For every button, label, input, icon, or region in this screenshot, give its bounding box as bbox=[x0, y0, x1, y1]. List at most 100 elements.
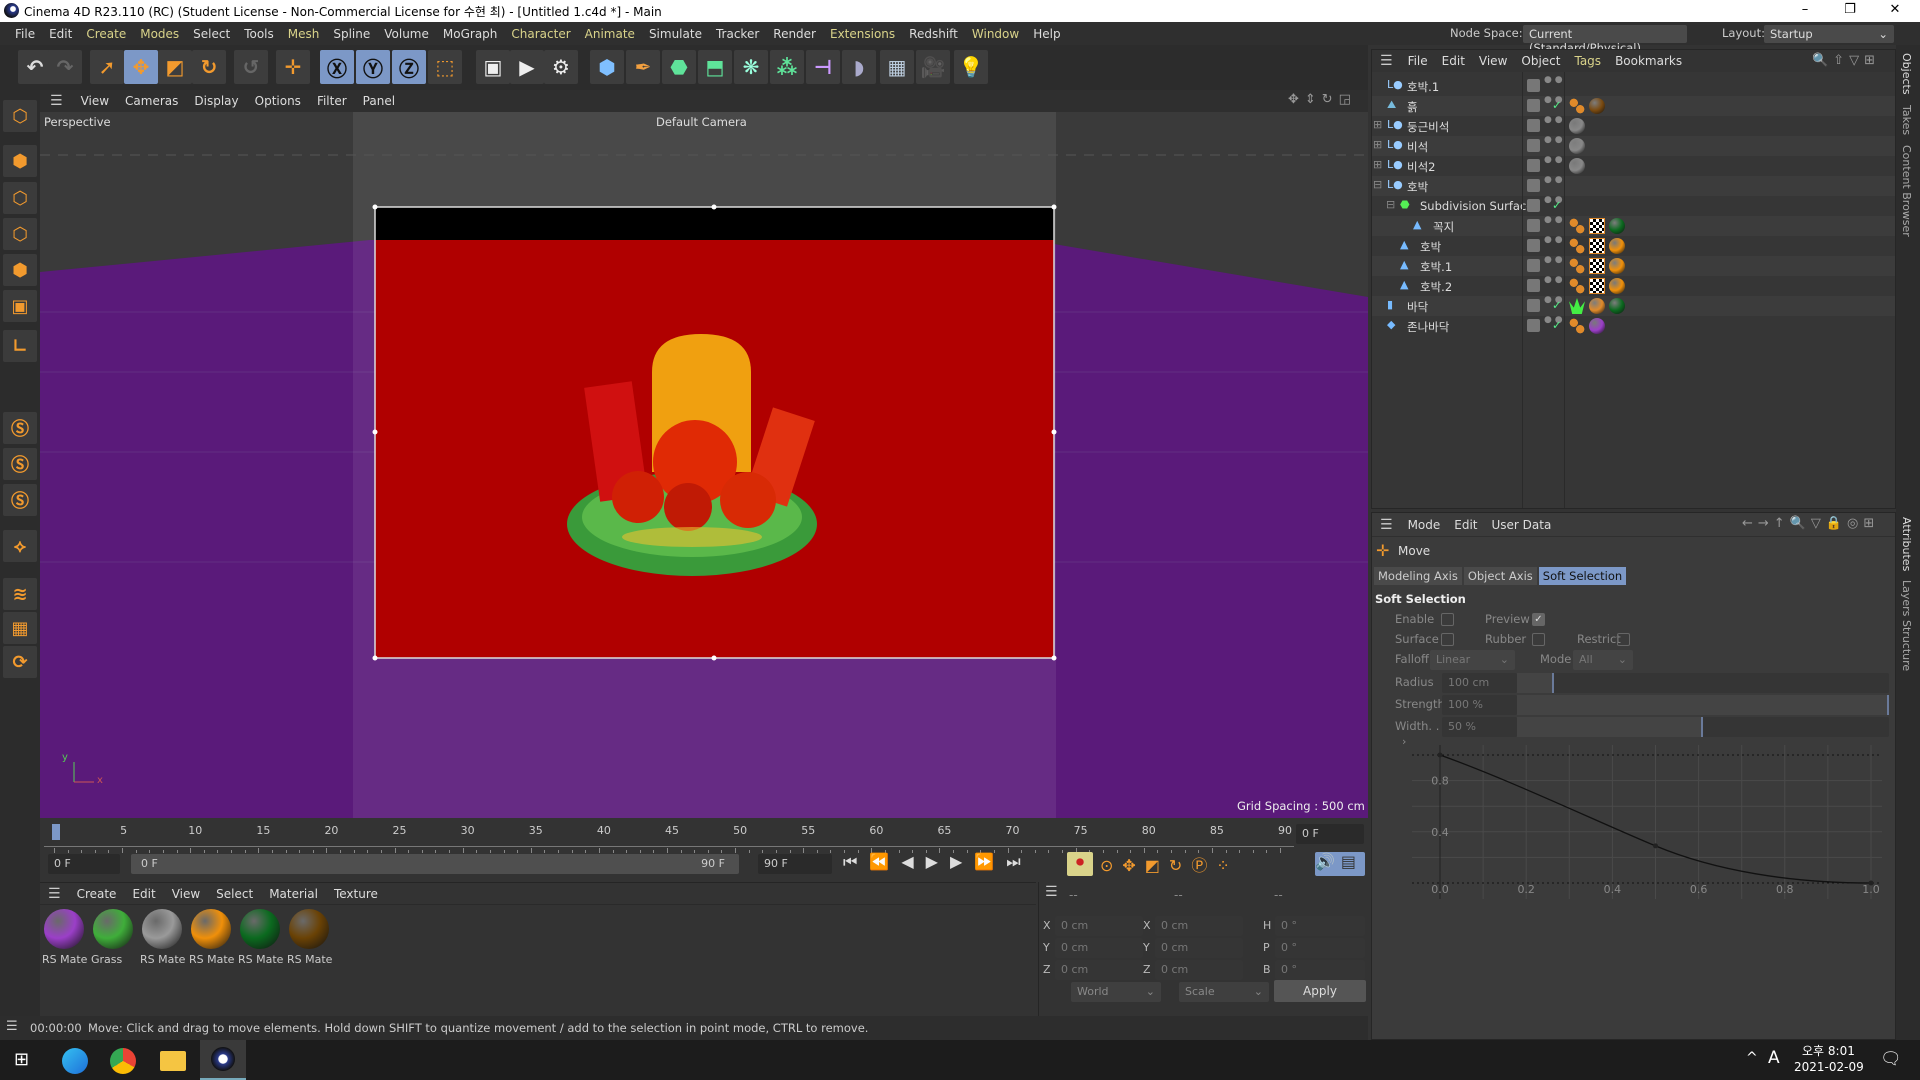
menu-create[interactable]: Create bbox=[79, 27, 133, 41]
edge-icon[interactable] bbox=[62, 1048, 88, 1074]
hamburger-icon[interactable]: ☰ bbox=[6, 1019, 18, 1034]
layer-edit-icon[interactable] bbox=[1527, 259, 1540, 272]
snap-s3-button[interactable]: Ⓢ bbox=[3, 484, 37, 516]
redo-button[interactable]: ↷ bbox=[48, 50, 82, 84]
phong-tag-icon[interactable] bbox=[1569, 278, 1585, 294]
axis-button[interactable]: ∟ bbox=[3, 330, 37, 362]
surface-checkbox[interactable] bbox=[1441, 633, 1454, 646]
node-space-dropdown[interactable]: Current (Standard/Physical) ⌄ bbox=[1523, 25, 1687, 55]
undo-button[interactable]: ↶ bbox=[18, 50, 52, 84]
chart-expand-icon[interactable]: › bbox=[1402, 735, 1406, 748]
keyframe-tools[interactable]: ⊙✥◩↻Ⓟ⁘ bbox=[1100, 852, 1290, 876]
scale-button[interactable]: ◩ bbox=[158, 50, 192, 84]
object-name[interactable]: 흙 bbox=[1407, 99, 1418, 115]
preview-checkbox[interactable]: ✓ bbox=[1532, 613, 1545, 626]
object-row[interactable]: L● 호박.1 ● ● bbox=[1372, 76, 1895, 96]
falloff-curve-chart[interactable]: ›0.0 0.2 0.4 0.6 0.8 1.00.80.4 bbox=[1382, 733, 1882, 913]
ime-indicator[interactable]: A bbox=[1768, 1048, 1780, 1068]
tab-soft-selection[interactable]: Soft Selection bbox=[1538, 567, 1627, 585]
material-menu-edit[interactable]: Edit bbox=[124, 887, 163, 901]
material-menu-view[interactable]: View bbox=[164, 887, 208, 901]
layer-edit-icon[interactable] bbox=[1527, 219, 1540, 232]
attributes-nav-icons[interactable]: ←→↑🔍▽🔒◎⊞ bbox=[1742, 516, 1879, 531]
phong-tag-icon[interactable] bbox=[1569, 258, 1585, 274]
extrude-button[interactable]: ⬒ bbox=[698, 50, 732, 84]
material-tag-icon[interactable] bbox=[1609, 298, 1625, 314]
menu-mesh[interactable]: Mesh bbox=[281, 27, 327, 41]
tab-object-axis[interactable]: Object Axis bbox=[1463, 567, 1537, 585]
phong-tag-icon[interactable] bbox=[1569, 238, 1585, 254]
enabled-check-icon[interactable]: ✓ bbox=[1552, 318, 1562, 332]
object-row[interactable]: ⊞ L● 비석2 ● ● bbox=[1372, 156, 1895, 176]
material-tag-icon[interactable] bbox=[1569, 158, 1585, 174]
subdivision-surface-button[interactable]: ⬣ bbox=[662, 50, 696, 84]
visibility-dots-icon[interactable]: ● ● bbox=[1544, 176, 1563, 185]
coord-a-field[interactable]: 0 cm bbox=[1055, 938, 1143, 958]
strength-field[interactable]: 100 % bbox=[1442, 695, 1517, 715]
expand-toggle-icon[interactable]: ⊟ bbox=[1373, 178, 1382, 191]
object-name[interactable]: 바닥 bbox=[1407, 299, 1428, 315]
sound-timeline-icons[interactable]: 🔊▤ bbox=[1315, 852, 1365, 876]
visibility-dots-icon[interactable]: ● ● bbox=[1544, 256, 1563, 265]
phong-tag-icon[interactable] bbox=[1569, 98, 1585, 114]
width-field[interactable]: 50 % bbox=[1442, 717, 1517, 737]
menu-file[interactable]: File bbox=[8, 27, 42, 41]
live-selection-button[interactable]: ➚ bbox=[90, 50, 124, 84]
uvw-tag-icon[interactable] bbox=[1589, 238, 1605, 254]
object-menu-bookmarks[interactable]: Bookmarks bbox=[1608, 54, 1689, 68]
layer-edit-icon[interactable] bbox=[1527, 119, 1540, 132]
file-explorer-icon[interactable] bbox=[160, 1051, 186, 1071]
visibility-dots-icon[interactable]: ● ● bbox=[1544, 216, 1563, 225]
deformer-button[interactable]: ⊣ bbox=[806, 50, 840, 84]
layer-edit-icon[interactable] bbox=[1527, 99, 1540, 112]
material-menu-material[interactable]: Material bbox=[261, 887, 326, 901]
object-menu-edit[interactable]: Edit bbox=[1435, 54, 1472, 68]
make-editable-button[interactable]: ⬡ bbox=[3, 100, 37, 132]
radius-field[interactable]: 100 cm bbox=[1442, 673, 1517, 693]
floor-button[interactable]: ▦ bbox=[880, 50, 914, 84]
material-swatch[interactable]: RS Mate bbox=[140, 907, 185, 967]
chrome-icon[interactable] bbox=[110, 1048, 136, 1074]
layer-edit-icon[interactable] bbox=[1527, 79, 1540, 92]
coord-c-field[interactable]: 0 ° bbox=[1275, 938, 1365, 958]
expand-toggle-icon[interactable]: ⊞ bbox=[1373, 138, 1382, 151]
previous-key-icon[interactable]: ⏪ bbox=[869, 852, 901, 871]
viewport-menu-view[interactable]: View bbox=[73, 94, 117, 108]
menu-tracker[interactable]: Tracker bbox=[709, 27, 766, 41]
viewport-menu-options[interactable]: Options bbox=[247, 94, 309, 108]
coord-b-field[interactable]: 0 cm bbox=[1155, 938, 1243, 958]
object-row[interactable]: ▲ 호박 ● ● bbox=[1372, 236, 1895, 256]
object-menu-tags[interactable]: Tags bbox=[1567, 54, 1608, 68]
viewport[interactable]: Perspective Default Camera y x Grid Spac… bbox=[40, 112, 1368, 818]
object-row[interactable]: ▲ 호박.2 ● ● bbox=[1372, 276, 1895, 296]
workplane-button[interactable]: ≋ bbox=[3, 578, 37, 610]
material-menu-create[interactable]: Create bbox=[69, 887, 125, 901]
layer-edit-icon[interactable] bbox=[1527, 159, 1540, 172]
coord-a-field[interactable]: 0 cm bbox=[1055, 916, 1143, 936]
timeline-playhead[interactable] bbox=[52, 824, 60, 840]
menu-window[interactable]: Window bbox=[965, 27, 1026, 41]
layer-edit-icon[interactable] bbox=[1527, 279, 1540, 292]
x-axis-button[interactable]: Ⓧ bbox=[320, 50, 354, 84]
minimize-button[interactable]: – bbox=[1790, 2, 1820, 17]
previous-frame-icon[interactable]: ◀ bbox=[901, 852, 925, 871]
object-name[interactable]: 호박 bbox=[1407, 179, 1428, 195]
move-button[interactable]: ✥ bbox=[124, 50, 158, 84]
hamburger-icon[interactable]: ☰ bbox=[1372, 517, 1401, 533]
uvw-tag-icon[interactable] bbox=[1589, 218, 1605, 234]
visibility-dots-icon[interactable]: ● ● bbox=[1544, 276, 1563, 285]
enabled-check-icon[interactable]: ✓ bbox=[1552, 98, 1562, 112]
menu-modes[interactable]: Modes bbox=[133, 27, 186, 41]
timeline-ruler[interactable]: 051015202530354045505560657075808590 bbox=[40, 820, 1292, 853]
menu-spline[interactable]: Spline bbox=[326, 27, 377, 41]
menu-character[interactable]: Character bbox=[504, 27, 577, 41]
enable-checkbox[interactable] bbox=[1441, 613, 1454, 626]
material-tag-icon[interactable] bbox=[1569, 138, 1585, 154]
tab-structure[interactable]: Structure bbox=[1900, 620, 1913, 671]
object-row[interactable]: ⊞ L● 비석 ● ● bbox=[1372, 136, 1895, 156]
next-key-icon[interactable]: ⏩ bbox=[974, 852, 1006, 871]
edges-mode-button[interactable]: ⬡ bbox=[3, 218, 37, 250]
falloff-dropdown[interactable]: Linear ⌄ bbox=[1430, 650, 1515, 670]
snap-s2-button[interactable]: Ⓢ bbox=[3, 448, 37, 480]
play-icon[interactable]: ▶ bbox=[926, 852, 950, 871]
